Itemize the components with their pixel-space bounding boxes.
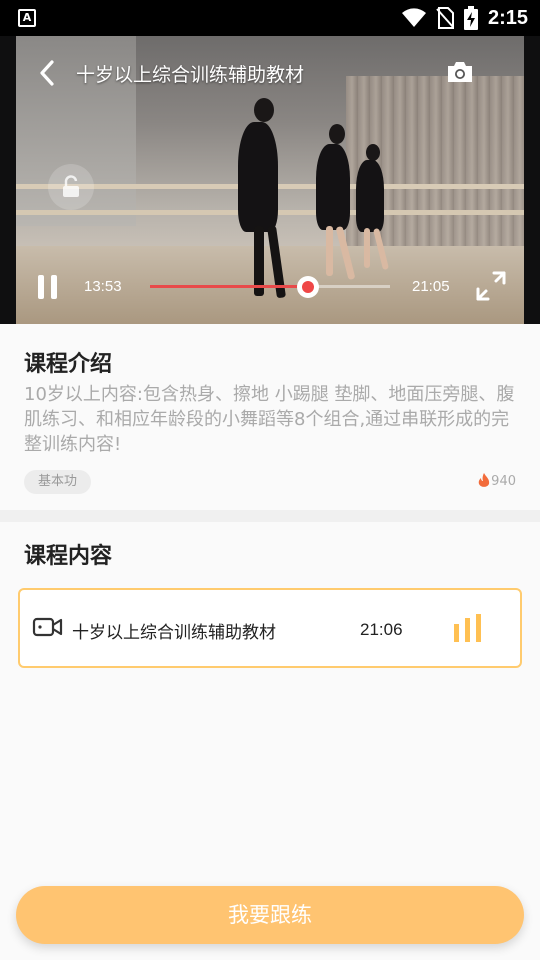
lesson-duration: 21:06 bbox=[360, 620, 403, 639]
popularity-count: 940 bbox=[477, 473, 516, 489]
no-sim-icon bbox=[436, 7, 454, 29]
progress-track[interactable] bbox=[150, 276, 390, 298]
category-tag[interactable]: 基本功 bbox=[24, 470, 92, 494]
course-intro-section: 课程介绍 10岁以上内容:包含热身、擦地 小踢腿 垫脚、地面压旁腿、腹肌练习、和… bbox=[0, 324, 540, 510]
video-player[interactable]: 十岁以上综合训练辅助教材 13:53 21:05 bbox=[0, 36, 540, 324]
pause-icon[interactable] bbox=[36, 274, 60, 300]
playback-controls: 13:53 21:05 bbox=[0, 266, 540, 306]
wifi-icon bbox=[401, 8, 426, 27]
screen-lock-button[interactable] bbox=[48, 164, 94, 210]
progress-fill bbox=[150, 285, 309, 288]
screenshot-camera-icon[interactable] bbox=[446, 60, 474, 84]
intro-heading: 课程介绍 bbox=[24, 352, 113, 377]
video-camera-icon bbox=[32, 617, 63, 637]
status-bar: A 2:15 bbox=[0, 0, 540, 36]
content-heading: 课程内容 bbox=[24, 544, 113, 569]
clock: 2:15 bbox=[487, 6, 528, 29]
hot-count: 940 bbox=[491, 473, 516, 489]
unlock-icon bbox=[63, 175, 79, 197]
battery-charging-icon bbox=[463, 6, 478, 30]
lesson-item[interactable]: 十岁以上综合训练辅助教材 21:06 bbox=[18, 588, 522, 668]
notification-a-icon: A bbox=[18, 9, 36, 27]
total-time: 21:05 bbox=[412, 278, 450, 295]
current-time: 13:53 bbox=[84, 278, 122, 295]
intro-description: 10岁以上内容:包含热身、擦地 小踢腿 垫脚、地面压旁腿、腹肌练习、和相应年龄段… bbox=[24, 384, 515, 455]
now-playing-icon bbox=[454, 614, 484, 642]
back-arrow-icon[interactable] bbox=[36, 58, 58, 88]
video-title: 十岁以上综合训练辅助教材 bbox=[76, 63, 305, 86]
video-header: 十岁以上综合训练辅助教材 bbox=[36, 58, 304, 88]
fullscreen-icon[interactable] bbox=[475, 270, 507, 302]
fire-icon bbox=[478, 473, 490, 487]
lesson-title: 十岁以上综合训练辅助教材 bbox=[72, 623, 276, 643]
progress-thumb[interactable] bbox=[297, 276, 320, 298]
section-divider bbox=[0, 510, 540, 522]
follow-practice-button[interactable]: 我要跟练 bbox=[16, 886, 524, 944]
